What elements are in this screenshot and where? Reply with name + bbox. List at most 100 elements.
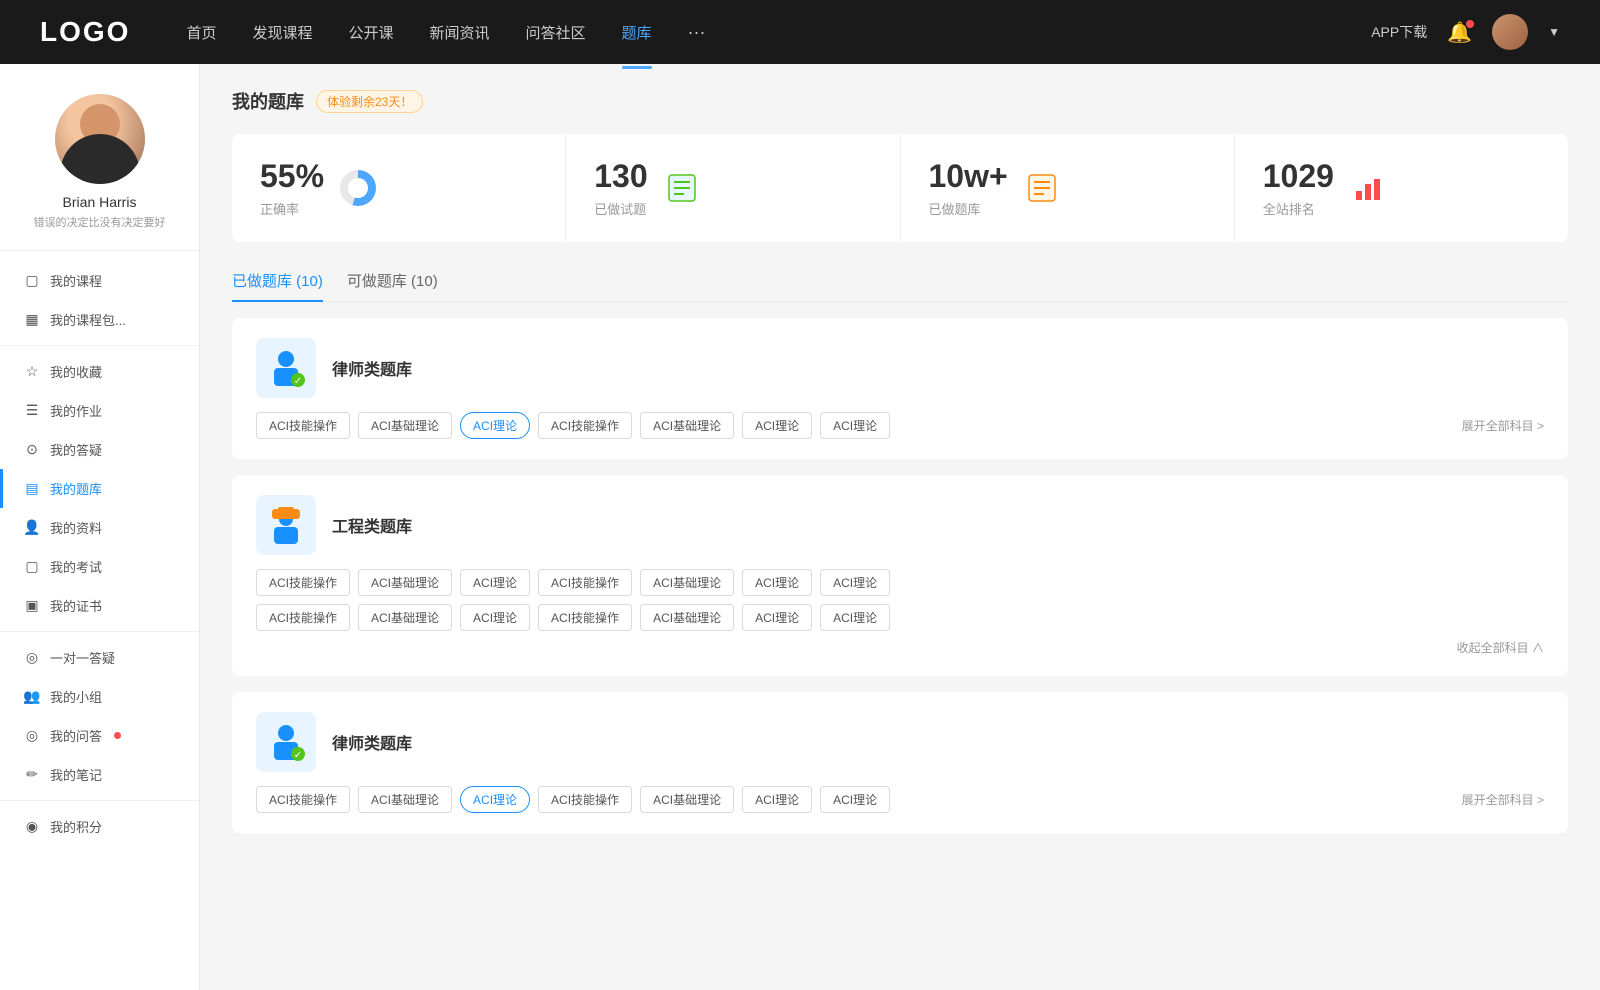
my-qa-icon: ◎: [24, 728, 40, 744]
done-banks-label: 已做题库: [929, 199, 1008, 218]
nav-item-open-course[interactable]: 公开课: [348, 18, 393, 47]
sidebar-item-my-exams[interactable]: ▢ 我的考试: [0, 547, 199, 586]
nav-item-home[interactable]: 首页: [186, 18, 216, 47]
notification-bell[interactable]: 🔔: [1447, 20, 1472, 45]
qbank-card-engineer: 工程类题库 ACI技能操作 ACI基础理论 ACI理论 ACI技能操作 ACI基…: [232, 475, 1568, 676]
tag-item[interactable]: ACI理论: [820, 786, 890, 813]
tag-item[interactable]: ACI基础理论: [640, 786, 734, 813]
tag-item[interactable]: ACI理论: [460, 569, 530, 596]
tag-item[interactable]: ACI基础理论: [640, 569, 734, 596]
sidebar-item-label: 我的积分: [50, 817, 102, 836]
stat-done-banks: 10w+ 已做题库: [901, 134, 1235, 242]
tab-todo-banks[interactable]: 可做题库 (10): [347, 262, 438, 301]
notification-dot: [1466, 20, 1474, 28]
trial-badge: 体验剩余23天！: [316, 90, 423, 113]
nav-item-qbank[interactable]: 题库: [622, 18, 652, 47]
tag-item[interactable]: ACI理论: [742, 569, 812, 596]
list-green-icon: [664, 170, 700, 206]
sidebar-item-label: 我的笔记: [50, 765, 102, 784]
sidebar-item-my-qbank[interactable]: ▤ 我的题库: [0, 469, 199, 508]
avatar-chevron-icon[interactable]: ▼: [1548, 25, 1560, 39]
sidebar-item-label: 一对一答疑: [50, 648, 115, 667]
sidebar-item-my-questions[interactable]: ⊙ 我的答疑: [0, 430, 199, 469]
sidebar-item-label: 我的资料: [50, 518, 102, 537]
tag-item[interactable]: ACI基础理论: [358, 786, 452, 813]
tag-item[interactable]: ACI技能操作: [256, 412, 350, 439]
sidebar-item-label: 我的收藏: [50, 362, 102, 381]
sidebar-divider-3: [0, 800, 199, 801]
page-title: 我的题库: [232, 88, 304, 114]
tag-item[interactable]: ACI理论: [742, 786, 812, 813]
expand-link-lawyer-1[interactable]: 展开全部科目 >: [1462, 417, 1544, 434]
tag-item-active[interactable]: ACI理论: [460, 412, 530, 439]
sidebar-item-my-packages[interactable]: ▦ 我的课程包...: [0, 300, 199, 339]
my-favorites-icon: ☆: [24, 364, 40, 380]
tag-item[interactable]: ACI基础理论: [358, 604, 452, 631]
sidebar-item-label: 我的课程包...: [50, 310, 126, 329]
my-courses-icon: ▢: [24, 273, 40, 289]
svg-text:✓: ✓: [294, 376, 302, 387]
nav-item-discover[interactable]: 发现课程: [252, 18, 312, 47]
sidebar-item-my-notes[interactable]: ✏ 我的笔记: [0, 755, 199, 794]
accuracy-value-wrap: 55% 正确率: [260, 158, 324, 218]
tag-item[interactable]: ACI技能操作: [256, 604, 350, 631]
my-questions-icon: ⊙: [24, 442, 40, 458]
lawyer-svg-icon: ✓: [264, 346, 308, 390]
sidebar-item-label: 我的课程: [50, 271, 102, 290]
tag-item[interactable]: ACI理论: [742, 604, 812, 631]
expand-link-lawyer-2[interactable]: 展开全部科目 >: [1462, 791, 1544, 808]
sidebar-item-label: 我的考试: [50, 557, 102, 576]
tag-item[interactable]: ACI理论: [820, 604, 890, 631]
tag-item[interactable]: ACI技能操作: [538, 604, 632, 631]
collapse-link-engineer[interactable]: 收起全部科目 ∧: [256, 639, 1544, 656]
stats-row: 55% 正确率 130 已做试题: [232, 134, 1568, 242]
tag-item[interactable]: ACI技能操作: [256, 786, 350, 813]
one-on-one-icon: ◎: [24, 650, 40, 666]
sidebar-item-my-favorites[interactable]: ☆ 我的收藏: [0, 352, 199, 391]
tab-done-banks[interactable]: 已做题库 (10): [232, 262, 323, 301]
my-points-icon: ◉: [24, 819, 40, 835]
tag-item-active[interactable]: ACI理论: [460, 786, 530, 813]
tag-item[interactable]: ACI理论: [742, 412, 812, 439]
done-questions-value-wrap: 130 已做试题: [594, 158, 647, 218]
tag-item[interactable]: ACI理论: [820, 412, 890, 439]
engineer-svg-icon: [264, 503, 308, 547]
sidebar-item-label: 我的小组: [50, 687, 102, 706]
sidebar-item-my-certs[interactable]: ▣ 我的证书: [0, 586, 199, 625]
bar-red-icon: [1350, 170, 1386, 206]
tag-item[interactable]: ACI基础理论: [640, 412, 734, 439]
my-certs-icon: ▣: [24, 598, 40, 614]
sidebar-item-my-group[interactable]: 👥 我的小组: [0, 677, 199, 716]
tag-item[interactable]: ACI基础理论: [358, 569, 452, 596]
tag-item[interactable]: ACI理论: [820, 569, 890, 596]
avatar-placeholder: [1492, 14, 1528, 50]
nav-item-news[interactable]: 新闻资讯: [430, 18, 490, 47]
stat-site-rank: 1029 全站排名: [1235, 134, 1568, 242]
nav-more-dots[interactable]: ···: [688, 22, 706, 43]
nav-item-qa[interactable]: 问答社区: [526, 18, 586, 47]
sidebar-item-my-courses[interactable]: ▢ 我的课程: [0, 261, 199, 300]
sidebar-item-my-qa[interactable]: ◎ 我的问答: [0, 716, 199, 755]
tag-item[interactable]: ACI基础理论: [640, 604, 734, 631]
sidebar-item-one-on-one[interactable]: ◎ 一对一答疑: [0, 638, 199, 677]
sidebar-item-label: 我的问答: [50, 726, 102, 745]
user-avatar[interactable]: [1492, 14, 1528, 50]
my-notes-icon: ✏: [24, 767, 40, 783]
tag-item[interactable]: ACI技能操作: [256, 569, 350, 596]
tag-item[interactable]: ACI理论: [460, 604, 530, 631]
logo: LOGO: [40, 16, 130, 48]
app-download-button[interactable]: APP下载: [1371, 22, 1427, 42]
accuracy-label: 正确率: [260, 199, 324, 218]
tag-item[interactable]: ACI技能操作: [538, 786, 632, 813]
tag-item[interactable]: ACI技能操作: [538, 412, 632, 439]
sidebar-item-my-homework[interactable]: ☰ 我的作业: [0, 391, 199, 430]
qbank-title-engineer: 工程类题库: [332, 513, 412, 537]
sidebar-item-my-points[interactable]: ◉ 我的积分: [0, 807, 199, 846]
tag-item[interactable]: ACI基础理论: [358, 412, 452, 439]
sidebar-item-label: 我的答疑: [50, 440, 102, 459]
profile-avatar: [55, 94, 145, 184]
sidebar-menu: ▢ 我的课程 ▦ 我的课程包... ☆ 我的收藏 ☰ 我的作业 ⊙ 我的答疑 ▤: [0, 251, 199, 856]
tag-item[interactable]: ACI技能操作: [538, 569, 632, 596]
sidebar-item-my-materials[interactable]: 👤 我的资料: [0, 508, 199, 547]
done-questions-label: 已做试题: [594, 199, 647, 218]
